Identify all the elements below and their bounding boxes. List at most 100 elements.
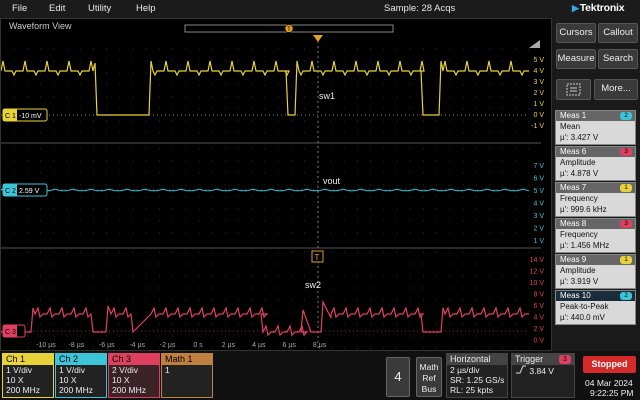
measurement-type: Peak-to-Peak [560,302,609,311]
table-icon [566,83,580,96]
ch3-scale-label: 0 V [533,338,544,345]
ch1-scale-label: 2 V [533,90,544,97]
rising-edge-icon [516,365,526,374]
channel-name: Ch 3 [109,354,159,365]
ch3-scale-label: 6 V [533,303,544,310]
measurement-badge[interactable]: Meas 1 2 Mean µ': 3.427 V [555,110,636,145]
channel-marker-label: C 1 [5,113,16,120]
ch1-scale-label: 4 V [533,68,544,75]
measurement-badge[interactable]: Meas 8 3 Frequency µ': 1.456 MHz [555,218,636,253]
ch3-scale-label: 8 V [533,292,544,299]
ch2-marker: C 2 2.59 V [2,183,48,197]
channel-setting: 1 V/div [6,365,32,375]
menu-file[interactable]: File [12,3,27,14]
channel-setting: 10 X [6,375,24,385]
math-label: Math [419,362,439,372]
measurement-badge[interactable]: Meas 10 2 Peak-to-Peak µ': 440.0 mV [555,290,636,325]
measurement-title: Meas 7 [560,183,587,192]
horizontal-badge[interactable]: Horizontal 2 µs/div SR: 1.25 GS/s RL: 25… [446,353,508,398]
trigger-position-icon[interactable] [312,34,324,44]
ch2-scale-label: 5 V [533,188,544,195]
waveform-canvas[interactable]: C 1 -10 mV C 2 2.59 V C 3 sw1 vout sw2 T 5 V 4 V 3… [1,19,553,352]
svg-text:T: T [287,27,291,33]
time-tick-label: -10 µs [36,342,56,349]
search-button[interactable]: Search [598,49,638,69]
measurement-source-badge: 3 [620,220,632,228]
channel-setting: 1 [165,365,170,375]
measurement-value: µ': 4.878 V [560,169,599,178]
ch3-scale-label: 14 V [530,257,545,264]
measurement-source-badge: 2 [620,112,632,120]
measurement-value: µ': 3.427 V [560,133,599,142]
ch1-trace-label: sw1 [319,91,335,101]
waveform-view[interactable]: C 1 -10 mV C 2 2.59 V C 3 sw1 vout sw2 T 5 V 4 V 3… [0,18,552,351]
bus-label: Bus [421,384,437,394]
ch1-marker: C 1 -10 mV [2,108,48,122]
time-tick-label: -8 µs [69,342,85,349]
math-ref-bus-button[interactable]: Math Ref Bus [416,357,442,397]
channel-badge-3[interactable]: Ch 32 V/div 10 X 200 MHz [108,353,160,398]
measurement-badge[interactable]: Meas 6 3 Amplitude µ': 4.878 V [555,146,636,181]
measurement-value: µ': 999.6 kHz [560,205,607,214]
ch3-marker: C 3 [2,324,26,338]
horizontal-title: Horizontal [447,354,507,365]
time-label: 9:22:25 PM [590,388,634,398]
ch2-scale-label: 6 V [533,176,544,183]
horizontal-sample-rate: SR: 1.25 GS/s [450,375,505,385]
time-tick-label: -4 µs [129,342,145,349]
add-channel-button[interactable]: 4 [386,357,410,397]
ch2-scale-label: 4 V [533,201,544,208]
menu-help[interactable]: Help [136,3,156,14]
channel-setting: 200 MHz [6,385,41,395]
measure-button[interactable]: Measure [556,49,596,69]
channel-name: Ch 2 [56,354,106,365]
waveform-traces: C 1 -10 mV C 2 2.59 V C 3 [1,60,530,338]
measurement-source-badge: 3 [620,148,632,156]
measurement-type: Mean [560,122,581,131]
ch1-scale-label: 1 V [533,101,544,108]
time-tick-label: 4 µs [252,342,266,349]
channel-badge-2[interactable]: Ch 21 V/div 10 X 200 MHz [55,353,107,398]
menu-utility[interactable]: Utility [88,3,111,14]
ref-label: Ref [422,373,436,383]
measurement-source-badge: 2 [620,292,632,300]
ch2-scale-label: 7 V [533,163,544,170]
measurement-badge[interactable]: Meas 7 1 Frequency µ': 999.6 kHz [555,182,636,217]
graticule [1,41,541,349]
channel-marker-label: C 2 [5,188,16,195]
axis-labels: sw1 vout sw2 T 5 V 4 V 3 V 2 V 1 V 0 V -1 V 7 V 6 V 5… [36,57,544,349]
brand-logo: ▶Tektronix [572,2,625,14]
cursors-button[interactable]: Cursors [556,23,596,43]
ch3-trace-label: sw2 [305,280,321,290]
measurement-value: µ': 1.456 MHz [560,241,610,250]
measurement-source-badge: 1 [620,256,632,264]
channel-badge-1[interactable]: Ch 11 V/div 10 X 200 MHz [2,353,54,398]
trigger-level-marker: T [311,250,324,263]
collapse-triangle-icon[interactable] [527,39,541,49]
time-tick-label: -6 µs [99,342,115,349]
run-stop-button[interactable]: Stopped [583,356,636,373]
date-label: 04 Mar 2024 [585,378,633,388]
more-button[interactable]: More... [594,79,638,100]
trigger-badge[interactable]: Trigger 3 3.84 V [511,353,575,398]
ch2-scale-label: 2 V [533,226,544,233]
menu-edit[interactable]: Edit [49,3,65,14]
sample-status: Sample: 28 Acqs [384,3,456,14]
measurement-type: Frequency [560,230,598,239]
measurement-title: Meas 9 [560,255,587,264]
callout-button[interactable]: Callout [598,23,638,43]
record-view-bar[interactable]: T [184,22,394,36]
channel-badge-4[interactable]: Math 11 [161,353,213,398]
channel-setting: 200 MHz [59,385,94,395]
measurement-badge[interactable]: Meas 9 1 Amplitude µ': 3.919 V [555,254,636,289]
trigger-source-badge: 3 [559,355,571,364]
results-table-button[interactable] [556,79,591,100]
channel-setting: 1 V/div [59,365,85,375]
channel-setting: 10 X [59,375,77,385]
time-tick-label: 2 µs [222,342,236,349]
channel-offset-label: -10 mV [19,113,42,120]
brand-name: Tektronix [579,2,625,14]
measurement-title: Meas 8 [560,219,587,228]
time-tick-label: 0 s [193,342,203,349]
ch1-waveform [1,60,529,116]
